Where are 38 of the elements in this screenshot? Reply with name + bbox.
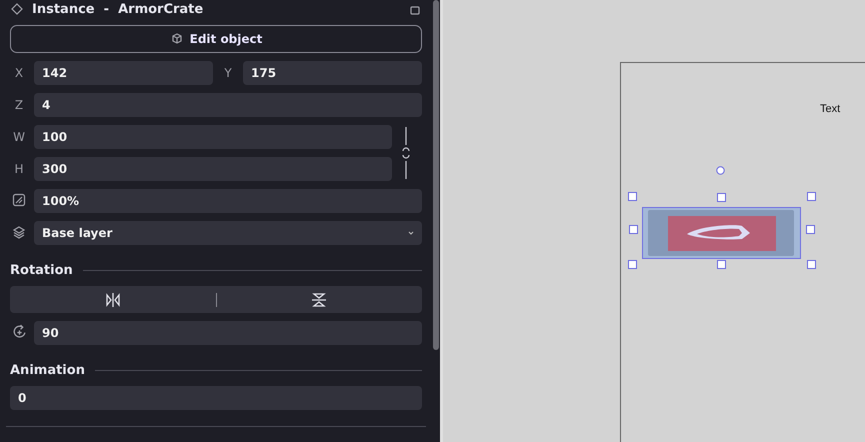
input-field[interactable]: 142: [34, 61, 213, 85]
rotate-icon: [12, 324, 26, 339]
flip-horizontal-icon: [104, 292, 122, 308]
rotation-handle[interactable]: [716, 166, 725, 175]
axis-label: W: [12, 130, 26, 144]
link-icon[interactable]: [400, 125, 412, 181]
axis-label: Z: [14, 98, 24, 112]
diamond-icon: [10, 2, 24, 16]
scrollbar-thumb[interactable]: [433, 0, 439, 350]
section-heading: Rotation: [10, 263, 73, 278]
resize-handle[interactable]: [628, 192, 637, 201]
axis-label: Y: [223, 66, 233, 80]
resize-handle[interactable]: [717, 193, 726, 202]
input-field[interactable]: 0: [10, 386, 422, 410]
input-field[interactable]: 300: [34, 157, 392, 181]
layers-icon: [12, 224, 26, 238]
panel-title: Instance - ArmorCrate: [32, 2, 204, 16]
resize-handle[interactable]: [807, 260, 816, 269]
section-heading: Animation: [10, 363, 85, 378]
input-field[interactable]: 100%: [34, 189, 422, 213]
axis-label: H: [13, 162, 25, 176]
edit-object-button[interactable]: Edit object: [10, 25, 422, 53]
flip-vertical-icon: [311, 290, 328, 308]
resize-handle[interactable]: [806, 225, 815, 234]
input-field[interactable]: 175: [243, 61, 422, 85]
text-object[interactable]: Text: [820, 103, 840, 115]
resize-handle[interactable]: [717, 260, 726, 269]
chevron-icon: [408, 231, 414, 235]
input-field[interactable]: 90: [34, 321, 422, 345]
resize-handle[interactable]: [628, 260, 637, 269]
input-field[interactable]: 4: [34, 93, 422, 117]
cube-icon: [170, 32, 184, 46]
resize-handle[interactable]: [807, 192, 816, 201]
resize-handle[interactable]: [629, 225, 638, 234]
layer-dropdown[interactable]: Base layer: [34, 221, 422, 245]
opacity-icon: [12, 192, 26, 206]
input-field[interactable]: 100: [34, 125, 392, 149]
axis-label: X: [14, 66, 24, 80]
